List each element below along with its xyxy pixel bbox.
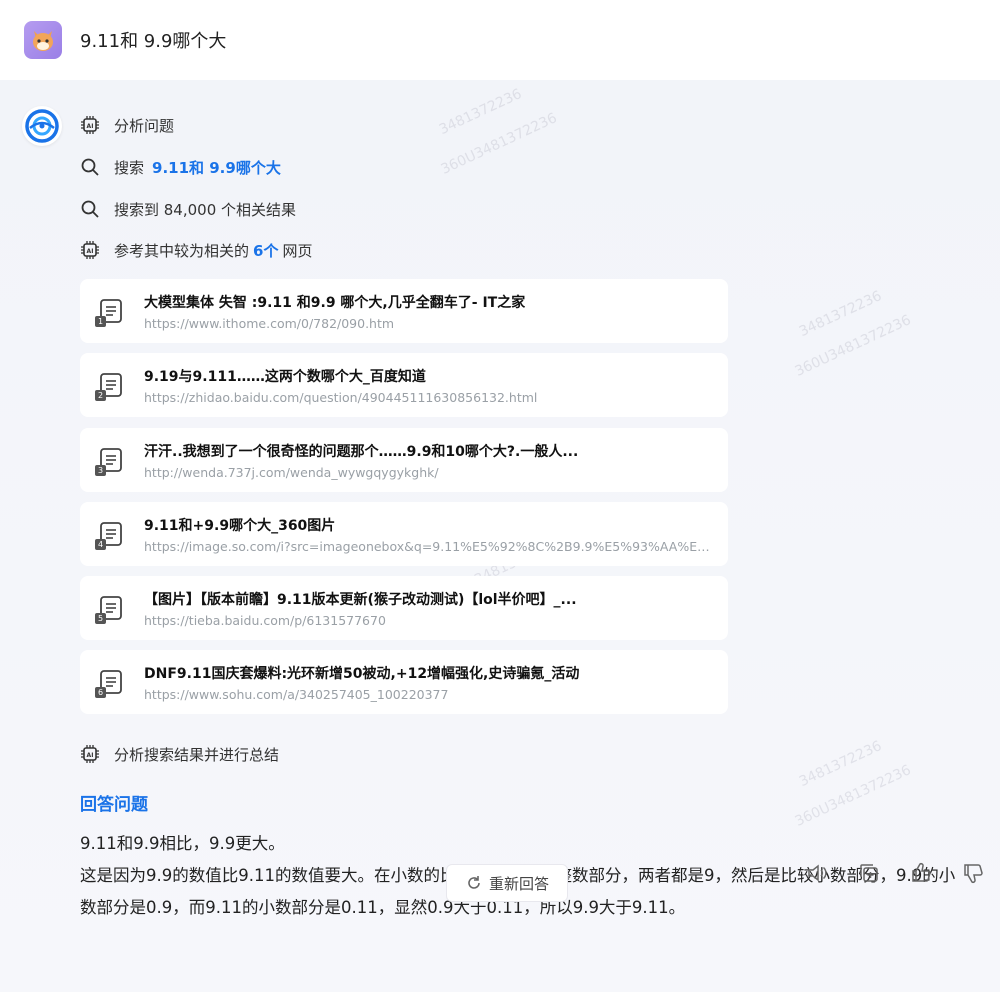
- source-card[interactable]: 2 9.19与9.111……这两个数哪个大_百度知道 https://zhida…: [80, 353, 728, 417]
- user-question: 9.11和 9.9哪个大: [80, 31, 227, 52]
- source-title[interactable]: 9.19与9.111……这两个数哪个大_百度知道: [144, 366, 537, 386]
- top-bar: 9.11和 9.9哪个大: [0, 0, 1000, 80]
- source-url[interactable]: https://zhidao.baidu.com/question/490445…: [144, 390, 537, 405]
- document-icon: 6: [95, 669, 124, 698]
- step-label: 分析搜索结果并进行总结: [114, 745, 280, 764]
- regenerate-button[interactable]: 重新回答: [446, 864, 568, 902]
- svg-text:AI: AI: [87, 752, 94, 759]
- document-icon: 4: [95, 521, 124, 550]
- source-title[interactable]: 9.11和+9.9哪个大_360图片: [144, 515, 714, 535]
- assistant-avatar: [22, 106, 62, 146]
- document-icon: 3: [95, 447, 124, 476]
- ai-chip-icon: AI: [80, 744, 100, 764]
- ai-chip-icon: AI: [80, 115, 100, 135]
- step-analyze-question: AI 分析问题: [80, 113, 174, 137]
- document-icon: 5: [95, 595, 124, 624]
- regenerate-label: 重新回答: [488, 874, 549, 893]
- reference-count: 6个: [253, 241, 279, 260]
- fox-avatar-icon: [33, 31, 53, 51]
- answer-line: 9.11和9.9相比，9.9更大。: [80, 834, 285, 853]
- step-label: 分析问题: [114, 116, 175, 135]
- source-number: 4: [95, 539, 106, 550]
- response-actions: [804, 860, 1000, 886]
- step-search-results: 搜索到 84,000 个相关结果: [80, 197, 296, 221]
- source-title[interactable]: 大模型集体 失智 :9.11 和9.9 哪个大,几乎全翻车了- IT之家: [144, 292, 525, 312]
- source-url[interactable]: https://image.so.com/i?src=imageonebox&q…: [144, 539, 714, 554]
- watermark: 3481372236: [796, 287, 885, 341]
- svg-text:AI: AI: [87, 123, 94, 130]
- thumbs-down-icon[interactable]: [960, 860, 986, 886]
- source-number: 3: [95, 465, 106, 476]
- source-card[interactable]: 4 9.11和+9.9哪个大_360图片 https://image.so.co…: [80, 502, 728, 566]
- step-label: 网页: [282, 241, 313, 260]
- step-label: 搜索: [114, 158, 145, 177]
- watermark: 360U3481372236: [792, 312, 914, 380]
- source-number: 2: [95, 390, 106, 401]
- search-query: 9.11和 9.9哪个大: [152, 158, 281, 177]
- watermark: 3481372236: [436, 85, 525, 139]
- step-summarize: AI 分析搜索结果并进行总结: [80, 742, 279, 766]
- watermark: 360U3481372236: [438, 110, 560, 178]
- copy-icon[interactable]: [856, 860, 882, 886]
- source-number: 5: [95, 613, 106, 624]
- source-url[interactable]: https://www.sohu.com/a/340257405_1002203…: [144, 687, 579, 702]
- ai-chip-icon: AI: [80, 240, 100, 260]
- source-card[interactable]: 1 大模型集体 失智 :9.11 和9.9 哪个大,几乎全翻车了- IT之家 h…: [80, 279, 728, 343]
- search-icon: [80, 157, 100, 177]
- document-icon: 2: [95, 372, 124, 401]
- speaker-icon[interactable]: [804, 860, 830, 886]
- answer-heading: 回答问题: [80, 795, 148, 815]
- thumbs-up-icon[interactable]: [908, 860, 934, 886]
- source-title[interactable]: 【图片】【版本前瞻】9.11版本更新(猴子改动测试)【lol半价吧】_...: [144, 589, 577, 609]
- step-search: 搜索 9.11和 9.9哪个大: [80, 155, 281, 179]
- step-label: 参考其中较为相关的: [114, 241, 250, 260]
- user-avatar: [24, 21, 62, 59]
- svg-text:AI: AI: [87, 248, 94, 255]
- source-card[interactable]: 3 汗汗..我想到了一个很奇怪的问题那个……9.9和10哪个大?.一般人... …: [80, 428, 728, 492]
- document-icon: 1: [95, 298, 124, 327]
- source-number: 1: [95, 316, 106, 327]
- step-references: AI 参考其中较为相关的 6个 网页: [80, 238, 312, 262]
- chat-area: 3481372236 360U3481372236 3481372236 360…: [0, 80, 1000, 992]
- source-title[interactable]: 汗汗..我想到了一个很奇怪的问题那个……9.9和10哪个大?.一般人...: [144, 441, 578, 461]
- search-icon: [80, 199, 100, 219]
- source-url[interactable]: https://tieba.baidu.com/p/6131577670: [144, 613, 577, 628]
- source-url[interactable]: http://wenda.737j.com/wenda_wywgqygykghk…: [144, 465, 578, 480]
- watermark: 3481372236: [796, 737, 885, 791]
- source-number: 6: [95, 687, 106, 698]
- watermark: 360U3481372236: [792, 762, 914, 830]
- source-card[interactable]: 6 DNF9.11国庆套爆料:光环新增50被动,+12增幅强化,史诗骗氪_活动 …: [80, 650, 728, 714]
- source-url[interactable]: https://www.ithome.com/0/782/090.htm: [144, 316, 525, 331]
- refresh-icon: [465, 874, 483, 892]
- source-card[interactable]: 5 【图片】【版本前瞻】9.11版本更新(猴子改动测试)【lol半价吧】_...…: [80, 576, 728, 640]
- assistant-logo-icon: [25, 109, 59, 143]
- step-label: 搜索到 84,000 个相关结果: [114, 200, 297, 219]
- source-title[interactable]: DNF9.11国庆套爆料:光环新增50被动,+12增幅强化,史诗骗氪_活动: [144, 663, 579, 683]
